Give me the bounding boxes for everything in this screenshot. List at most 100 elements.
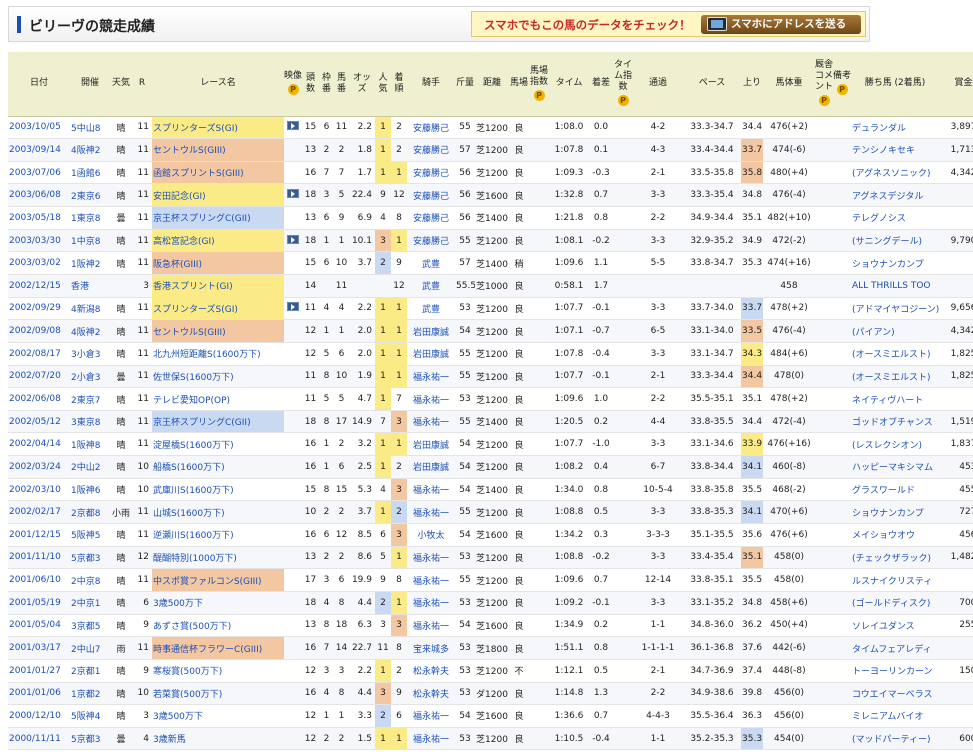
jockey-cell[interactable]: 武豊 xyxy=(407,251,455,275)
video-cell[interactable] xyxy=(284,229,302,253)
winner-cell[interactable]: (マッドパーティー) xyxy=(851,727,939,751)
video-icon[interactable] xyxy=(287,234,299,244)
race-name-cell[interactable]: 佐世保S(1600万下) xyxy=(152,365,284,389)
winner-link[interactable]: (マッドパーティー) xyxy=(852,735,930,745)
venue-cell[interactable]: 1阪神8 xyxy=(70,432,110,457)
venue-cell[interactable]: 1阪神6 xyxy=(70,478,110,502)
jockey-link[interactable]: 安藤勝己 xyxy=(413,237,449,247)
race-date-cell[interactable]: 2001/01/27 xyxy=(8,659,70,683)
race-name-link[interactable]: 山城S(1600万下) xyxy=(153,509,225,519)
race-name-link[interactable]: 寒桜賞(500万下) xyxy=(153,667,222,677)
venue-cell[interactable]: 4阪神2 xyxy=(70,138,110,162)
race-date-cell[interactable]: 2001/05/04 xyxy=(8,614,70,638)
race-date-cell[interactable]: 2003/03/02 xyxy=(8,251,70,275)
race-name-cell[interactable]: 安田記念(GI) xyxy=(152,183,284,208)
jockey-link[interactable]: 安藤勝己 xyxy=(413,214,449,224)
winner-cell[interactable]: (アドマイヤコジーン) xyxy=(851,297,939,321)
race-name-link[interactable]: 武庫川S(1600万下) xyxy=(153,486,234,496)
venue-link[interactable]: 1阪神8 xyxy=(71,441,100,451)
race-date-link[interactable]: 2003/03/30 xyxy=(9,236,61,246)
race-date-cell[interactable]: 2003/03/30 xyxy=(8,229,70,253)
race-date-link[interactable]: 2001/05/19 xyxy=(9,598,61,608)
race-date-link[interactable]: 2002/05/12 xyxy=(9,417,61,427)
winner-link[interactable]: ゴッドオブチャンス xyxy=(852,418,933,428)
race-name-cell[interactable]: スプリンターズS(GI) xyxy=(152,297,284,321)
venue-link[interactable]: 2小倉3 xyxy=(71,373,100,383)
race-name-cell[interactable]: 北九州短距離S(1600万下) xyxy=(152,342,284,366)
race-name-link[interactable]: あずさ賞(500万下) xyxy=(153,622,231,632)
jockey-link[interactable]: 松永幹夫 xyxy=(413,667,449,677)
jockey-link[interactable]: 武豊 xyxy=(422,282,440,292)
venue-cell[interactable]: 2東京7 xyxy=(70,387,110,411)
winner-cell[interactable]: デュランダル xyxy=(851,116,939,140)
venue-cell[interactable]: 5阪神4 xyxy=(70,704,110,728)
race-name-link[interactable]: 安田記念(GI) xyxy=(153,192,206,202)
race-name-cell[interactable]: セントウルS(GIII) xyxy=(152,319,284,343)
winner-link[interactable]: ルスナイクリスティ xyxy=(852,577,932,587)
winner-cell[interactable]: テレグノシス xyxy=(851,206,939,230)
race-date-cell[interactable]: 2003/05/18 xyxy=(8,206,70,230)
winner-cell[interactable]: コウエイマーベラス xyxy=(851,682,939,706)
jockey-cell[interactable]: 福永祐一 xyxy=(407,614,455,638)
race-name-link[interactable]: 香港スプリント(GI) xyxy=(153,282,233,292)
race-date-cell[interactable]: 2003/07/06 xyxy=(8,161,70,185)
venue-link[interactable]: 2中京8 xyxy=(71,577,100,587)
race-name-cell[interactable]: 醍醐特別(1000万下) xyxy=(152,546,284,570)
winner-cell[interactable]: グラスワールド xyxy=(851,478,939,502)
venue-link[interactable]: 3小倉3 xyxy=(71,350,100,360)
jockey-link[interactable]: 宝来城多 xyxy=(413,645,449,655)
jockey-link[interactable]: 岩田康誠 xyxy=(413,328,449,338)
venue-link[interactable]: 1阪神6 xyxy=(71,486,100,496)
venue-link[interactable]: 2京都8 xyxy=(71,509,100,519)
race-date-link[interactable]: 2002/12/15 xyxy=(9,281,61,291)
jockey-cell[interactable]: 福永祐一 xyxy=(407,387,455,411)
winner-link[interactable]: (ゴールドディスク) xyxy=(852,599,930,609)
jockey-link[interactable]: 福永祐一 xyxy=(413,418,449,428)
race-name-link[interactable]: 3歳新馬 xyxy=(153,735,186,745)
race-date-cell[interactable]: 2002/04/14 xyxy=(8,432,70,457)
jockey-link[interactable]: 安藤勝己 xyxy=(413,146,449,156)
race-date-link[interactable]: 2002/03/24 xyxy=(9,462,61,472)
venue-link[interactable]: 5阪神5 xyxy=(71,531,100,541)
race-name-link[interactable]: セントウルS(GIII) xyxy=(153,146,226,156)
race-name-cell[interactable]: 3歳新馬 xyxy=(152,727,284,751)
race-name-link[interactable]: 北九州短距離S(1600万下) xyxy=(153,350,261,360)
winner-link[interactable]: (パイアン) xyxy=(852,328,895,338)
jockey-cell[interactable]: 安藤勝己 xyxy=(407,116,455,140)
jockey-cell[interactable]: 松永幹夫 xyxy=(407,659,455,683)
venue-cell[interactable]: 5京都3 xyxy=(70,546,110,570)
venue-link[interactable]: 1函館6 xyxy=(71,169,100,179)
jockey-cell[interactable]: 岩田康誠 xyxy=(407,455,455,479)
venue-link[interactable]: 2中山2 xyxy=(71,463,100,473)
race-date-link[interactable]: 2000/11/11 xyxy=(9,734,61,744)
winner-cell[interactable]: (レスレクシオン) xyxy=(851,432,939,457)
venue-cell[interactable]: 香港 xyxy=(70,274,110,298)
venue-cell[interactable]: 3小倉3 xyxy=(70,342,110,366)
race-date-link[interactable]: 2001/05/04 xyxy=(9,620,61,630)
video-cell[interactable] xyxy=(284,183,302,208)
race-name-link[interactable]: スプリンターズS(GI) xyxy=(153,305,238,315)
race-date-link[interactable]: 2000/12/10 xyxy=(9,711,61,721)
winner-link[interactable]: コウエイマーベラス xyxy=(852,690,932,700)
venue-link[interactable]: 香港 xyxy=(71,282,89,292)
jockey-cell[interactable]: 福永祐一 xyxy=(407,568,455,592)
winner-cell[interactable]: ショウナンカンプ xyxy=(851,251,939,275)
race-name-link[interactable]: 若菜賞(500万下) xyxy=(153,690,222,700)
winner-cell[interactable]: ミレニアムバイオ xyxy=(851,704,939,728)
video-icon[interactable] xyxy=(287,121,299,131)
winner-link[interactable]: ソレイユダンス xyxy=(852,622,915,632)
winner-link[interactable]: (アドマイヤコジーン) xyxy=(852,305,939,315)
jockey-link[interactable]: 福永祐一 xyxy=(413,599,449,609)
race-name-cell[interactable]: 時事通信杯フラワーC(GIII) xyxy=(152,636,284,660)
video-icon[interactable] xyxy=(287,189,299,199)
venue-cell[interactable]: 1中京8 xyxy=(70,229,110,253)
race-name-cell[interactable]: 逆瀬川S(1600万下) xyxy=(152,523,284,547)
winner-cell[interactable]: メイショウオウ xyxy=(851,523,939,547)
venue-cell[interactable]: 2京都8 xyxy=(70,500,110,525)
jockey-cell[interactable]: 安藤勝己 xyxy=(407,183,455,208)
venue-link[interactable]: 1阪神2 xyxy=(71,260,100,270)
venue-cell[interactable]: 2東京6 xyxy=(70,183,110,208)
venue-link[interactable]: 2東京7 xyxy=(71,396,100,406)
race-name-link[interactable]: テレビ愛知OP(OP) xyxy=(153,396,230,406)
jockey-link[interactable]: 岩田康誠 xyxy=(413,350,449,360)
